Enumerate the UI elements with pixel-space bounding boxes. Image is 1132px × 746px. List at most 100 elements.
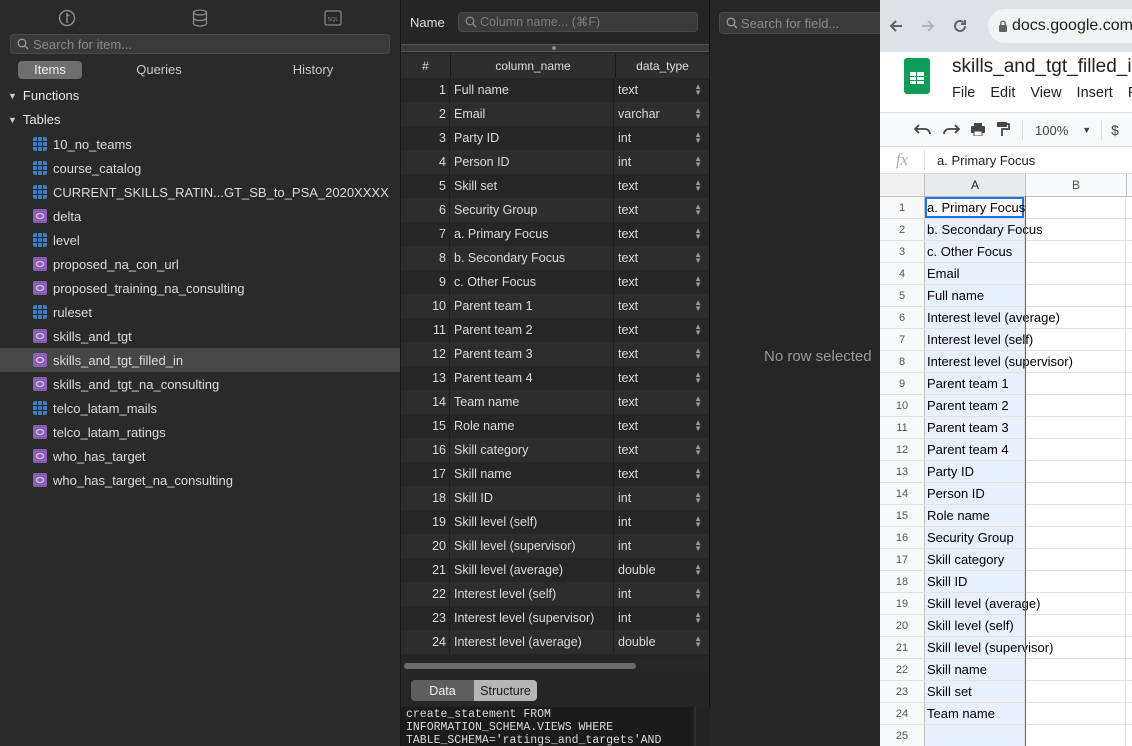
data-type-select[interactable]: text ▲ ▼ bbox=[614, 222, 707, 246]
column-name-cell[interactable]: Role name bbox=[450, 414, 614, 438]
sql-icon[interactable]: SQL bbox=[267, 0, 400, 36]
cell-b[interactable] bbox=[1025, 329, 1126, 350]
data-type-select[interactable]: text ▲ ▼ bbox=[614, 246, 707, 270]
reload-icon[interactable] bbox=[944, 18, 976, 34]
stepper-arrows-icon[interactable]: ▲ ▼ bbox=[694, 443, 702, 457]
data-type-select[interactable]: text ▲ ▼ bbox=[614, 174, 707, 198]
row-header[interactable]: 3 bbox=[880, 241, 925, 262]
table-row[interactable]: 17 Skill name text ▲ ▼ bbox=[401, 462, 709, 486]
menu-item[interactable]: File bbox=[952, 85, 975, 101]
stepper-arrows-icon[interactable]: ▲ ▼ bbox=[694, 179, 702, 193]
horizontal-scrollbar[interactable] bbox=[401, 660, 709, 672]
tab-queries[interactable]: Queries bbox=[82, 61, 236, 79]
row-header[interactable]: 16 bbox=[880, 527, 925, 548]
column-name-cell[interactable]: Email bbox=[450, 102, 614, 126]
cell-a[interactable]: Skill level (self) bbox=[925, 615, 1025, 636]
tab-items[interactable]: Items bbox=[18, 61, 82, 79]
table-row[interactable]: 19 Skill level (self) int ▲ ▼ bbox=[401, 510, 709, 534]
data-type-select[interactable]: text ▲ ▼ bbox=[614, 78, 707, 102]
cell-a[interactable]: Parent team 2 bbox=[925, 395, 1025, 416]
cell-b[interactable] bbox=[1025, 549, 1126, 570]
table-row[interactable]: 12 Parent team 3 text ▲ ▼ bbox=[401, 342, 709, 366]
cell-b[interactable] bbox=[1025, 703, 1126, 724]
row-header[interactable]: 23 bbox=[880, 681, 925, 702]
cell-b[interactable] bbox=[1025, 373, 1126, 394]
row-header[interactable]: 1 bbox=[880, 197, 925, 218]
cell-b[interactable] bbox=[1025, 615, 1126, 636]
row-header[interactable]: 7 bbox=[880, 329, 925, 350]
data-type-select[interactable]: int ▲ ▼ bbox=[614, 486, 707, 510]
url-text[interactable]: docs.google.com bbox=[1012, 17, 1132, 35]
data-type-select[interactable]: int ▲ ▼ bbox=[614, 606, 707, 630]
sidebar-item[interactable]: skills_and_tgt_na_consulting bbox=[0, 372, 400, 396]
table-row[interactable]: 11 Parent team 2 text ▲ ▼ bbox=[401, 318, 709, 342]
data-type-select[interactable]: text ▲ ▼ bbox=[614, 366, 707, 390]
column-name-cell[interactable]: Skill level (average) bbox=[450, 558, 614, 582]
undo-icon[interactable] bbox=[913, 122, 932, 139]
data-type-select[interactable]: varchar ▲ ▼ bbox=[614, 102, 707, 126]
table-row[interactable]: 21 Skill level (average) double ▲ ▼ bbox=[401, 558, 709, 582]
cell-a[interactable] bbox=[925, 725, 1025, 746]
column-name-cell[interactable]: Skill ID bbox=[450, 486, 614, 510]
cell-b[interactable] bbox=[1025, 637, 1126, 658]
row-header[interactable]: 8 bbox=[880, 351, 925, 372]
column-name-cell[interactable]: Party ID bbox=[450, 126, 614, 150]
column-name-cell[interactable]: a. Primary Focus bbox=[450, 222, 614, 246]
sql-editor[interactable]: create_statement FROM INFORMATION_SCHEMA… bbox=[401, 707, 693, 746]
column-name-cell[interactable]: b. Secondary Focus bbox=[450, 246, 614, 270]
column-name-cell[interactable]: Skill set bbox=[450, 174, 614, 198]
table-row[interactable]: 1 Full name text ▲ ▼ bbox=[401, 78, 709, 102]
column-name-cell[interactable]: Parent team 4 bbox=[450, 366, 614, 390]
data-type-select[interactable]: double ▲ ▼ bbox=[614, 630, 707, 654]
column-name-cell[interactable]: Parent team 1 bbox=[450, 294, 614, 318]
sidebar-item[interactable]: proposed_na_con_url bbox=[0, 252, 400, 276]
row-header[interactable]: 12 bbox=[880, 439, 925, 460]
row-header[interactable]: 21 bbox=[880, 637, 925, 658]
menu-item[interactable]: View bbox=[1030, 85, 1061, 101]
menu-item[interactable]: Fo bbox=[1128, 85, 1132, 101]
cell-b[interactable] bbox=[1025, 285, 1126, 306]
column-name-cell[interactable]: Person ID bbox=[450, 150, 614, 174]
forward-arrow-icon[interactable] bbox=[912, 18, 944, 34]
table-row[interactable]: 18 Skill ID int ▲ ▼ bbox=[401, 486, 709, 510]
tab-history[interactable]: History bbox=[236, 61, 390, 79]
cell-a[interactable]: Email bbox=[925, 263, 1025, 284]
segment-data[interactable]: Data bbox=[411, 680, 474, 701]
scrollbar-thumb[interactable] bbox=[404, 663, 636, 669]
menu-item[interactable]: Insert bbox=[1077, 85, 1113, 101]
sidebar-item[interactable]: who_has_target bbox=[0, 444, 400, 468]
function-icon[interactable] bbox=[0, 0, 133, 36]
stepper-arrows-icon[interactable]: ▲ ▼ bbox=[694, 83, 702, 97]
stepper-arrows-icon[interactable]: ▲ ▼ bbox=[694, 515, 702, 529]
document-title[interactable]: skills_and_tgt_filled_in bbox=[952, 56, 1132, 78]
database-icon[interactable] bbox=[133, 0, 266, 36]
column-name-cell[interactable]: Interest level (average) bbox=[450, 630, 614, 654]
data-type-select[interactable]: text ▲ ▼ bbox=[614, 270, 707, 294]
row-header[interactable]: 22 bbox=[880, 659, 925, 680]
data-type-select[interactable]: text ▲ ▼ bbox=[614, 462, 707, 486]
zoom-select[interactable]: 100% ▼ bbox=[1035, 123, 1091, 138]
row-header[interactable]: 14 bbox=[880, 483, 925, 504]
data-type-select[interactable]: text ▲ ▼ bbox=[614, 294, 707, 318]
cell-a[interactable]: Party ID bbox=[925, 461, 1025, 482]
column-name-cell[interactable]: c. Other Focus bbox=[450, 270, 614, 294]
table-row[interactable]: 10 Parent team 1 text ▲ ▼ bbox=[401, 294, 709, 318]
cell-b[interactable] bbox=[1025, 197, 1126, 218]
cell-b[interactable] bbox=[1025, 241, 1126, 262]
currency-format-button[interactable]: $ bbox=[1111, 122, 1119, 138]
cell-a[interactable]: Parent team 3 bbox=[925, 417, 1025, 438]
table-row[interactable]: 14 Team name text ▲ ▼ bbox=[401, 390, 709, 414]
table-row[interactable]: 16 Skill category text ▲ ▼ bbox=[401, 438, 709, 462]
table-row[interactable]: 6 Security Group text ▲ ▼ bbox=[401, 198, 709, 222]
cell-a[interactable]: Security Group bbox=[925, 527, 1025, 548]
row-header[interactable]: 19 bbox=[880, 593, 925, 614]
column-name-cell[interactable]: Skill category bbox=[450, 438, 614, 462]
stepper-arrows-icon[interactable]: ▲ ▼ bbox=[694, 611, 702, 625]
table-row[interactable]: 23 Interest level (supervisor) int ▲ ▼ bbox=[401, 606, 709, 630]
cell-b[interactable] bbox=[1025, 571, 1126, 592]
cell-b[interactable] bbox=[1025, 351, 1126, 372]
group-functions[interactable]: ▼ Functions bbox=[8, 88, 79, 103]
cell-b[interactable] bbox=[1025, 219, 1126, 240]
row-header[interactable]: 10 bbox=[880, 395, 925, 416]
lock-icon[interactable] bbox=[998, 20, 1008, 32]
